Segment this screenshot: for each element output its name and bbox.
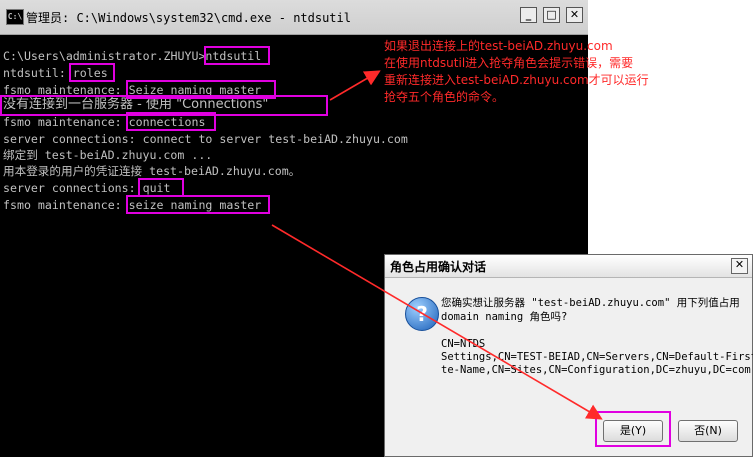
arrow-to-note <box>329 70 381 101</box>
arrow-to-yes-button <box>271 224 603 420</box>
annotation-arrows <box>271 70 603 420</box>
